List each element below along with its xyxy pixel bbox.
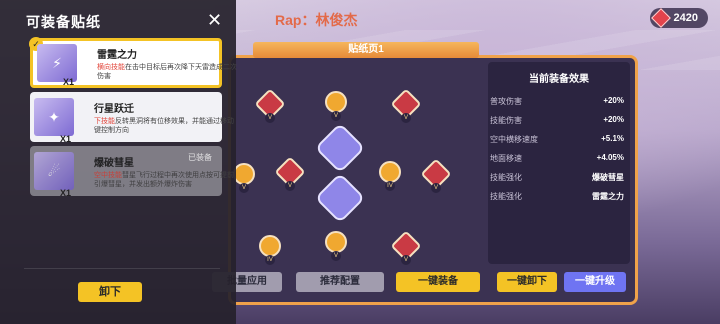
page-title: Rap：林俊杰 [275,12,358,28]
sticker-slot-gold[interactable]: V [322,88,350,121]
sticker-description: 横向技能在击中目标后再次降下天雷造成二次伤害 [97,63,237,80]
panel-title: 可装备贴纸 [26,14,101,30]
sticker-thumbnail: ☄ [34,152,74,190]
sticker-card[interactable]: ✓ ⚡ X1 雷霆之力 横向技能在击中目标后再次降下天雷造成二次伤害 [29,37,237,88]
sticker-inventory-panel: 可装备贴纸 ✕ ✓ ⚡ X1 雷霆之力 横向技能在击中目标后再次降下天雷造成二次… [0,0,237,324]
sticker-count: X1 [60,188,72,198]
sticker-slot-red[interactable]: V [274,156,306,191]
unload-all-button[interactable]: 一键卸下 [497,272,557,292]
effect-row: 技能强化 雷霆之力 [490,192,624,201]
sticker-slot-gold[interactable]: IV [376,158,404,191]
sticker-name: 爆破彗星 [94,157,134,169]
sticker-slot-red[interactable]: V [390,88,422,123]
sticker-slot-red[interactable]: V [420,158,452,193]
sticker-name: 雷霆之力 [97,49,137,61]
gem-icon [650,8,671,28]
sticker-slot-gold[interactable]: V [322,228,350,261]
effect-row: 地面移速 +4.05% [490,153,624,163]
sticker-count: X1 [60,134,72,144]
close-icon[interactable]: ✕ [207,10,222,31]
sticker-thumbnail: ✦ [34,98,74,136]
sticker-slot-red[interactable]: V [390,230,422,265]
effect-row: 空中横移速度 +5.1% [490,134,624,144]
sticker-name: 行星跃迁 [94,103,134,115]
sticker-card[interactable]: ☄ X1 爆破彗星 空中技能彗星飞行过程中再次使用点按可提前引爆彗星，并发出额外… [30,146,234,198]
upgrade-all-button[interactable]: 一键升级 [564,272,626,292]
effects-title: 当前装备效果 [529,74,589,85]
sticker-description: 下技能反转黑洞将有位移效果，并能通过移动键控制方向 [94,117,234,134]
sticker-description: 空中技能彗星飞行过程中再次使用点按可提前引爆彗星，并发出额外爆炸伤害 [94,171,234,188]
divider [24,268,220,269]
effect-row: 普攻伤害 +20% [490,96,624,106]
recommend-config-button[interactable]: 推荐配置 [296,272,384,292]
equipped-effects-panel: 当前装备效果 普攻伤害 +20% 技能伤害 +20% 空中横移速度 +5.1% 地面移… [488,62,630,264]
equipped-badge: 已装备 [188,153,212,162]
currency-amount: 2420 [673,12,698,24]
sticker-card[interactable]: ✦ X1 行星跃迁 下技能反转黑洞将有位移效果，并能通过移动键控制方向 [30,92,234,144]
unload-button[interactable]: 卸下 [78,282,142,302]
equip-all-button[interactable]: 一键装备 [396,272,480,292]
sticker-slot-gold[interactable]: IV [256,232,284,265]
currency-display[interactable]: 2420 [649,8,708,28]
effect-row: 技能伤害 +20% [490,115,624,125]
sticker-count: X1 [63,77,75,87]
sticker-slot-red[interactable]: V [254,88,286,123]
tab-sticker-page-1[interactable]: 贴纸页1 [253,42,479,58]
effect-row: 技能强化 爆破彗星 [490,173,624,182]
